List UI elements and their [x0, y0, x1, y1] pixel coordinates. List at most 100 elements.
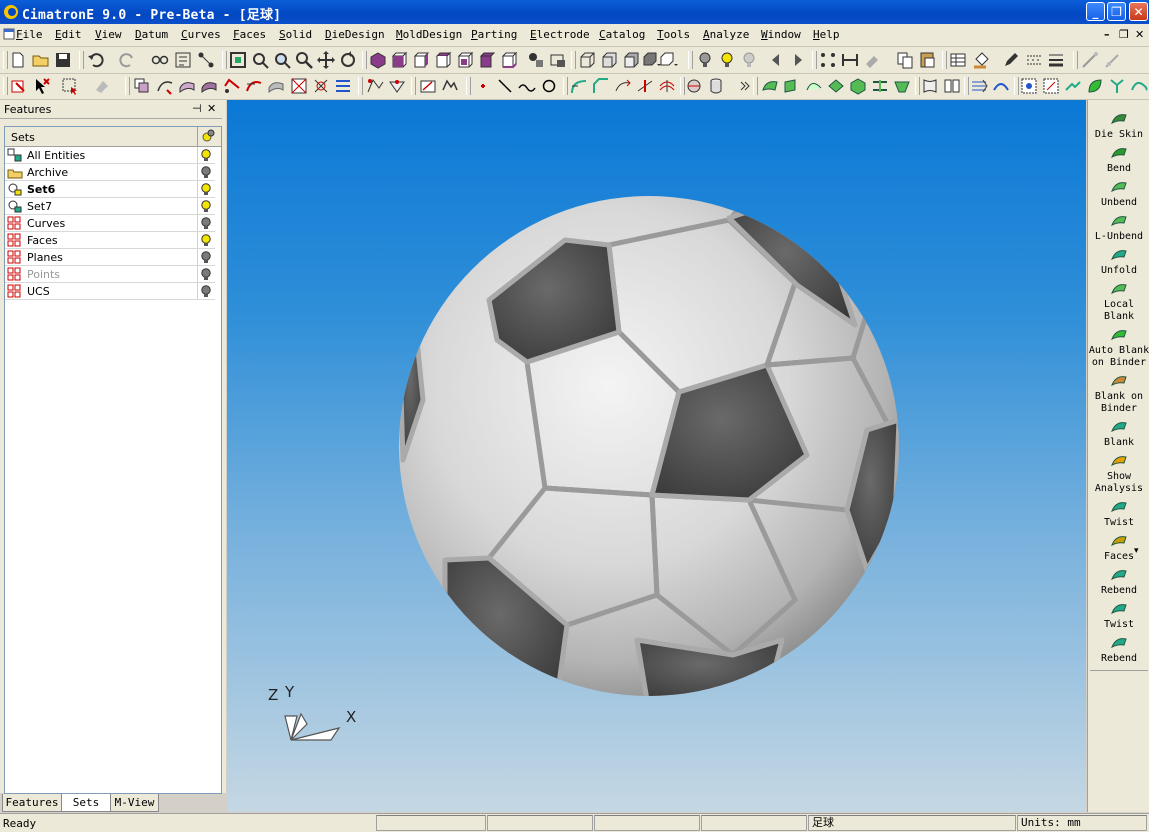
set-row[interactable]: Archive [5, 164, 215, 181]
wand-alt-icon[interactable] [1103, 50, 1123, 70]
menu-curves[interactable]: Curves [181, 28, 221, 41]
menu-catalog[interactable]: Catalog [599, 28, 645, 41]
visibility-bulb-icon[interactable] [199, 182, 213, 196]
set-row[interactable]: Set6 [5, 181, 215, 198]
menu-window[interactable]: Window [761, 28, 801, 41]
view-right-icon[interactable] [455, 50, 475, 70]
boundary-icon[interactable] [365, 76, 385, 96]
document-icon[interactable] [3, 28, 15, 40]
redo-icon[interactable] [117, 50, 137, 70]
palette-auto-blank-on-binder-button[interactable]: Auto Blank on Binder [1088, 326, 1149, 369]
minimize-button[interactable]: _ [1086, 2, 1105, 21]
spline-icon[interactable] [517, 76, 537, 96]
set-row[interactable]: Curves [5, 215, 215, 232]
visibility-bulb-icon[interactable] [199, 148, 213, 162]
network-icon[interactable] [196, 50, 216, 70]
zoom-all-icon[interactable] [228, 50, 248, 70]
cylinder-icon[interactable] [706, 76, 726, 96]
menu-edit[interactable]: Edit [55, 28, 82, 41]
menu-analyze[interactable]: Analyze [703, 28, 749, 41]
surface-blend-icon[interactable] [760, 76, 780, 96]
mdi-minimize-button[interactable]: – [1104, 28, 1110, 41]
green-swirl-icon[interactable] [1129, 76, 1149, 96]
menu-faces[interactable]: Faces [233, 28, 266, 41]
menu-datum[interactable]: Datum [135, 28, 168, 41]
composite-icon[interactable] [387, 76, 407, 96]
filter-sketch-icon[interactable] [244, 76, 264, 96]
view-left-icon[interactable] [433, 50, 453, 70]
circle-icon[interactable] [539, 76, 559, 96]
zoom-area-icon[interactable] [272, 50, 292, 70]
visibility-column-icon[interactable] [201, 129, 215, 143]
surface-loft-icon[interactable] [804, 76, 824, 96]
palette-unbend-button[interactable]: Unbend [1088, 178, 1149, 209]
line-width-icon[interactable] [1046, 50, 1066, 70]
view-save-icon[interactable] [548, 50, 568, 70]
new-file-icon[interactable] [8, 50, 28, 70]
rotate-icon[interactable] [338, 50, 358, 70]
pen-icon[interactable] [1001, 50, 1021, 70]
curvature-icon[interactable] [991, 76, 1011, 96]
zoom-window-icon[interactable] [250, 50, 270, 70]
surface-patch-icon[interactable] [892, 76, 912, 96]
palette-rebend-button[interactable]: Rebend [1088, 566, 1149, 597]
grid-select-icon[interactable] [1041, 76, 1061, 96]
mdi-restore-button[interactable]: ❐ [1119, 28, 1129, 41]
palette-twist-2-button[interactable]: Twist [1088, 600, 1149, 631]
filter-list-icon[interactable] [333, 76, 353, 96]
surface-sweep-icon[interactable] [782, 76, 802, 96]
fit-grid-icon[interactable] [1019, 76, 1039, 96]
menu-help[interactable]: Help [813, 28, 840, 41]
panel-close-icon[interactable]: ✕ [207, 102, 216, 115]
filter-edges-icon[interactable] [222, 76, 242, 96]
point-icon[interactable] [473, 76, 493, 96]
tab-m-view[interactable]: M-View [110, 794, 159, 812]
graphics-viewport[interactable]: Z Y X [227, 100, 1086, 812]
surface-extend-icon[interactable] [870, 76, 890, 96]
visibility-bulb-icon[interactable] [199, 250, 213, 264]
view-top-icon[interactable] [477, 50, 497, 70]
tab-sets[interactable]: Sets [61, 794, 111, 812]
menu-view[interactable]: View [95, 28, 122, 41]
mdi-close-button[interactable]: ✕ [1135, 28, 1144, 41]
palette-die-skin-button[interactable]: Die Skin [1088, 110, 1149, 141]
offset-curve-icon[interactable] [657, 76, 677, 96]
show-bulb-icon[interactable] [717, 50, 737, 70]
layers-icon[interactable] [948, 50, 968, 70]
project-curve-icon[interactable] [684, 76, 704, 96]
surface-box-icon[interactable] [848, 76, 868, 96]
sketch-plane-icon[interactable] [440, 76, 460, 96]
sets-column-header[interactable]: Sets [5, 127, 221, 147]
filter-points-icon[interactable] [266, 76, 286, 96]
set-row[interactable]: Planes [5, 249, 215, 266]
points-icon[interactable] [818, 50, 838, 70]
line-icon[interactable] [495, 76, 515, 96]
chamfer-curve-icon[interactable] [591, 76, 611, 96]
fillet-curve-icon[interactable] [569, 76, 589, 96]
menu-diedesign[interactable]: DieDesign [325, 28, 385, 41]
filter-mask-icon[interactable] [311, 76, 331, 96]
pin-icon[interactable]: ⊣ [192, 102, 202, 115]
set-row[interactable]: Faces [5, 232, 215, 249]
paint-bucket-icon[interactable] [972, 50, 992, 70]
wireframe-icon[interactable] [577, 50, 597, 70]
split-curve-icon[interactable] [635, 76, 655, 96]
menu-electrode[interactable]: Electrode [530, 28, 590, 41]
palette-local-blank-button[interactable]: Local Blank [1088, 280, 1149, 323]
menu-tools[interactable]: Tools [657, 28, 690, 41]
close-button[interactable]: ✕ [1129, 2, 1148, 21]
palette-l-unbend-button[interactable]: L-Unbend [1088, 212, 1149, 243]
shell-icon[interactable] [920, 76, 940, 96]
trim-icon[interactable] [613, 76, 633, 96]
green-branch-icon[interactable] [1107, 76, 1127, 96]
palette-show-analysis-button[interactable]: Show Analysis [1088, 452, 1149, 495]
view-front-icon[interactable] [389, 50, 409, 70]
section-view-icon[interactable] [658, 50, 678, 70]
view-manager-icon[interactable] [526, 50, 546, 70]
visibility-bulb-icon[interactable] [199, 233, 213, 247]
filter-gray-icon[interactable] [92, 76, 112, 96]
toolbar-grip[interactable] [3, 77, 8, 95]
menu-parting[interactable]: Parting [471, 28, 517, 41]
toolbar-more-icon[interactable] [735, 76, 755, 96]
palette-bend-button[interactable]: Bend [1088, 144, 1149, 175]
